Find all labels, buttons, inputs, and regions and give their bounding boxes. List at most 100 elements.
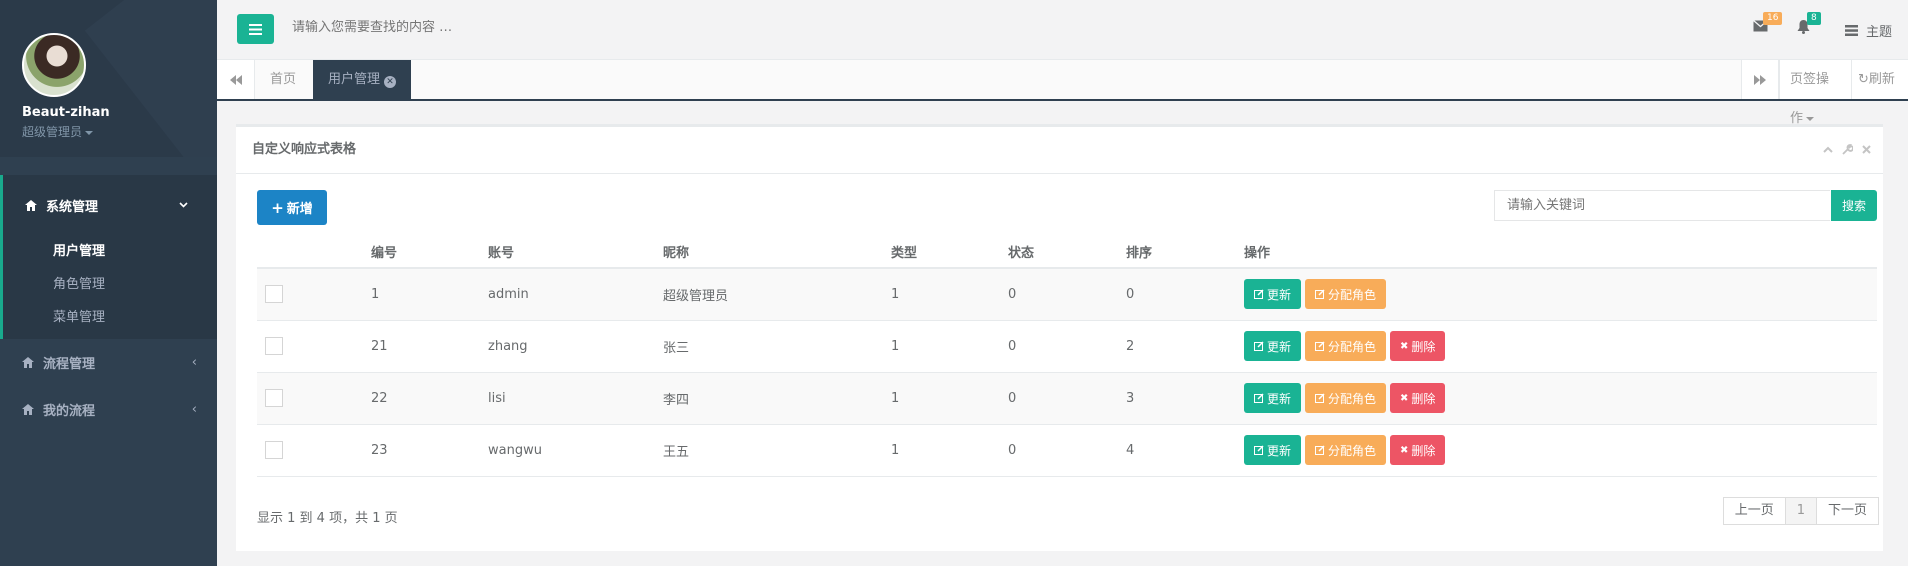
home-icon (22, 404, 34, 415)
cell-account: wangwu (488, 424, 663, 477)
edit-icon (1254, 341, 1264, 351)
double-left-icon (229, 74, 242, 85)
assign-role-button[interactable]: 分配角色 (1305, 279, 1387, 310)
menu-system[interactable]: 系统管理 (3, 175, 217, 235)
menu-my-process[interactable]: 我的流程 ‹ (0, 386, 217, 433)
update-button[interactable]: 更新 (1244, 331, 1302, 361)
hamburger-icon (249, 23, 262, 35)
user-role-dropdown[interactable]: 超级管理员 (22, 123, 217, 140)
edit-icon (1254, 445, 1264, 455)
panel-header: 自定义响应式表格 (236, 127, 1883, 174)
table-row[interactable]: 21 zhang 张三 1 0 2 更新 分配角色 ✖ 删除 (257, 320, 1877, 373)
menu-toggle-button[interactable] (237, 14, 274, 44)
edit-icon (1315, 341, 1325, 351)
edit-icon (1315, 445, 1325, 455)
row-checkbox[interactable] (265, 389, 283, 407)
home-icon (22, 357, 34, 368)
tab-options-dropdown[interactable]: 页签操作 (1779, 60, 1851, 126)
tab-user-management-label: 用户管理 (328, 72, 381, 87)
prev-page-button[interactable]: 上一页 (1722, 497, 1786, 525)
search-button[interactable]: 搜索 (1831, 190, 1877, 221)
update-label: 更新 (1267, 391, 1292, 406)
column-header-account[interactable]: 账号 (488, 235, 663, 269)
close-icon[interactable] (1862, 145, 1871, 154)
table-header-row: 编号 账号 昵称 类型 状态 排序 操作 (257, 235, 1877, 269)
top-navbar: 16 8 主题 (217, 0, 1908, 60)
assign-role-button[interactable]: 分配角色 (1305, 383, 1387, 413)
add-button[interactable]: + 新增 (257, 190, 327, 225)
assign-role-label: 分配角色 (1328, 443, 1377, 458)
close-icon: ✖ (1400, 392, 1409, 404)
tab-home[interactable]: 首页 (255, 60, 311, 99)
assign-role-button[interactable]: 分配角色 (1305, 435, 1387, 465)
row-select-cell (257, 320, 371, 373)
tab-scroll-right-button[interactable] (1741, 60, 1779, 99)
column-header-type[interactable]: 类型 (891, 235, 1008, 269)
refresh-button[interactable]: ↻刷新 (1851, 60, 1908, 99)
column-header-id[interactable]: 编号 (371, 235, 488, 269)
row-select-cell (257, 424, 371, 477)
cell-type: 1 (891, 268, 1008, 321)
user-table: 编号 账号 昵称 类型 状态 排序 操作 1 admin 超级管理员 1 0 0 更新 分配角… (257, 235, 1877, 477)
assign-role-label: 分配角色 (1328, 287, 1377, 302)
cell-sort: 4 (1126, 424, 1244, 477)
row-select-cell (257, 372, 371, 425)
column-header-nickname[interactable]: 昵称 (663, 235, 891, 269)
row-checkbox[interactable] (265, 337, 283, 355)
cell-type: 1 (891, 424, 1008, 477)
refresh-icon: ↻ (1858, 72, 1869, 87)
sidebar-item-menus[interactable]: 菜单管理 (3, 301, 217, 334)
cell-account: lisi (488, 372, 663, 425)
notification-button[interactable]: 8 (1797, 12, 1821, 38)
avatar[interactable] (22, 33, 86, 97)
cell-type: 1 (891, 372, 1008, 425)
menu-process-label: 流程管理 (43, 357, 96, 372)
delete-button[interactable]: ✖ 删除 (1390, 383, 1446, 413)
row-checkbox[interactable] (265, 441, 283, 459)
cell-status: 0 (1008, 424, 1126, 477)
theme-icon (1844, 25, 1858, 36)
keyword-search-input[interactable] (1494, 190, 1830, 221)
update-button[interactable]: 更新 (1244, 279, 1302, 310)
table-row[interactable]: 1 admin 超级管理员 1 0 0 更新 分配角色 (257, 268, 1877, 321)
column-header-sort[interactable]: 排序 (1126, 235, 1244, 269)
menu-system-label: 系统管理 (46, 199, 99, 215)
chevron-up-icon[interactable] (1823, 146, 1833, 153)
cell-status: 0 (1008, 372, 1126, 425)
tab-scroll-left-button[interactable] (217, 60, 255, 99)
pagination-info: 显示 1 到 4 项，共 1 页 (257, 511, 398, 526)
bell-count-badge: 8 (1807, 12, 1821, 25)
refresh-label: 刷新 (1868, 72, 1895, 87)
table-row[interactable]: 22 lisi 李四 1 0 3 更新 分配角色 ✖ 删除 (257, 372, 1877, 425)
chevron-left-icon: ‹ (191, 355, 197, 370)
update-label: 更新 (1267, 287, 1292, 302)
next-page-button[interactable]: 下一页 (1815, 497, 1879, 525)
panel-title: 自定义响应式表格 (252, 142, 357, 157)
update-button[interactable]: 更新 (1244, 383, 1302, 413)
cell-status: 0 (1008, 268, 1126, 321)
mail-button[interactable]: 16 (1753, 12, 1783, 36)
row-checkbox[interactable] (265, 285, 283, 304)
update-button[interactable]: 更新 (1244, 435, 1302, 465)
sidebar-item-users[interactable]: 用户管理 (3, 235, 217, 268)
wrench-icon[interactable] (1842, 144, 1853, 155)
delete-button[interactable]: ✖ 删除 (1390, 331, 1446, 361)
caret-down-icon (85, 130, 94, 135)
delete-button[interactable]: ✖ 删除 (1390, 435, 1446, 465)
update-label: 更新 (1267, 339, 1292, 354)
chevron-left-icon: ‹ (191, 402, 197, 417)
close-tab-icon[interactable]: ✕ (384, 76, 397, 88)
row-select-cell (257, 268, 371, 321)
table-row[interactable]: 23 wangwu 王五 1 0 4 更新 分配角色 ✖ 删除 (257, 424, 1877, 477)
page-tabs-bar: 首页 用户管理 ✕ 页签操作 ↻刷新 (217, 60, 1908, 126)
column-header-status[interactable]: 状态 (1008, 235, 1126, 269)
tab-user-management[interactable]: 用户管理 ✕ (313, 60, 412, 99)
top-search-input[interactable] (292, 20, 692, 35)
cell-sort: 3 (1126, 372, 1244, 425)
menu-process[interactable]: 流程管理 ‹ (0, 339, 217, 386)
user-role: 超级管理员 (22, 125, 83, 139)
page-number-button[interactable]: 1 (1784, 497, 1817, 525)
assign-role-button[interactable]: 分配角色 (1305, 331, 1387, 361)
theme-button[interactable]: 主题 (1844, 21, 1892, 40)
sidebar-item-roles[interactable]: 角色管理 (3, 268, 217, 301)
